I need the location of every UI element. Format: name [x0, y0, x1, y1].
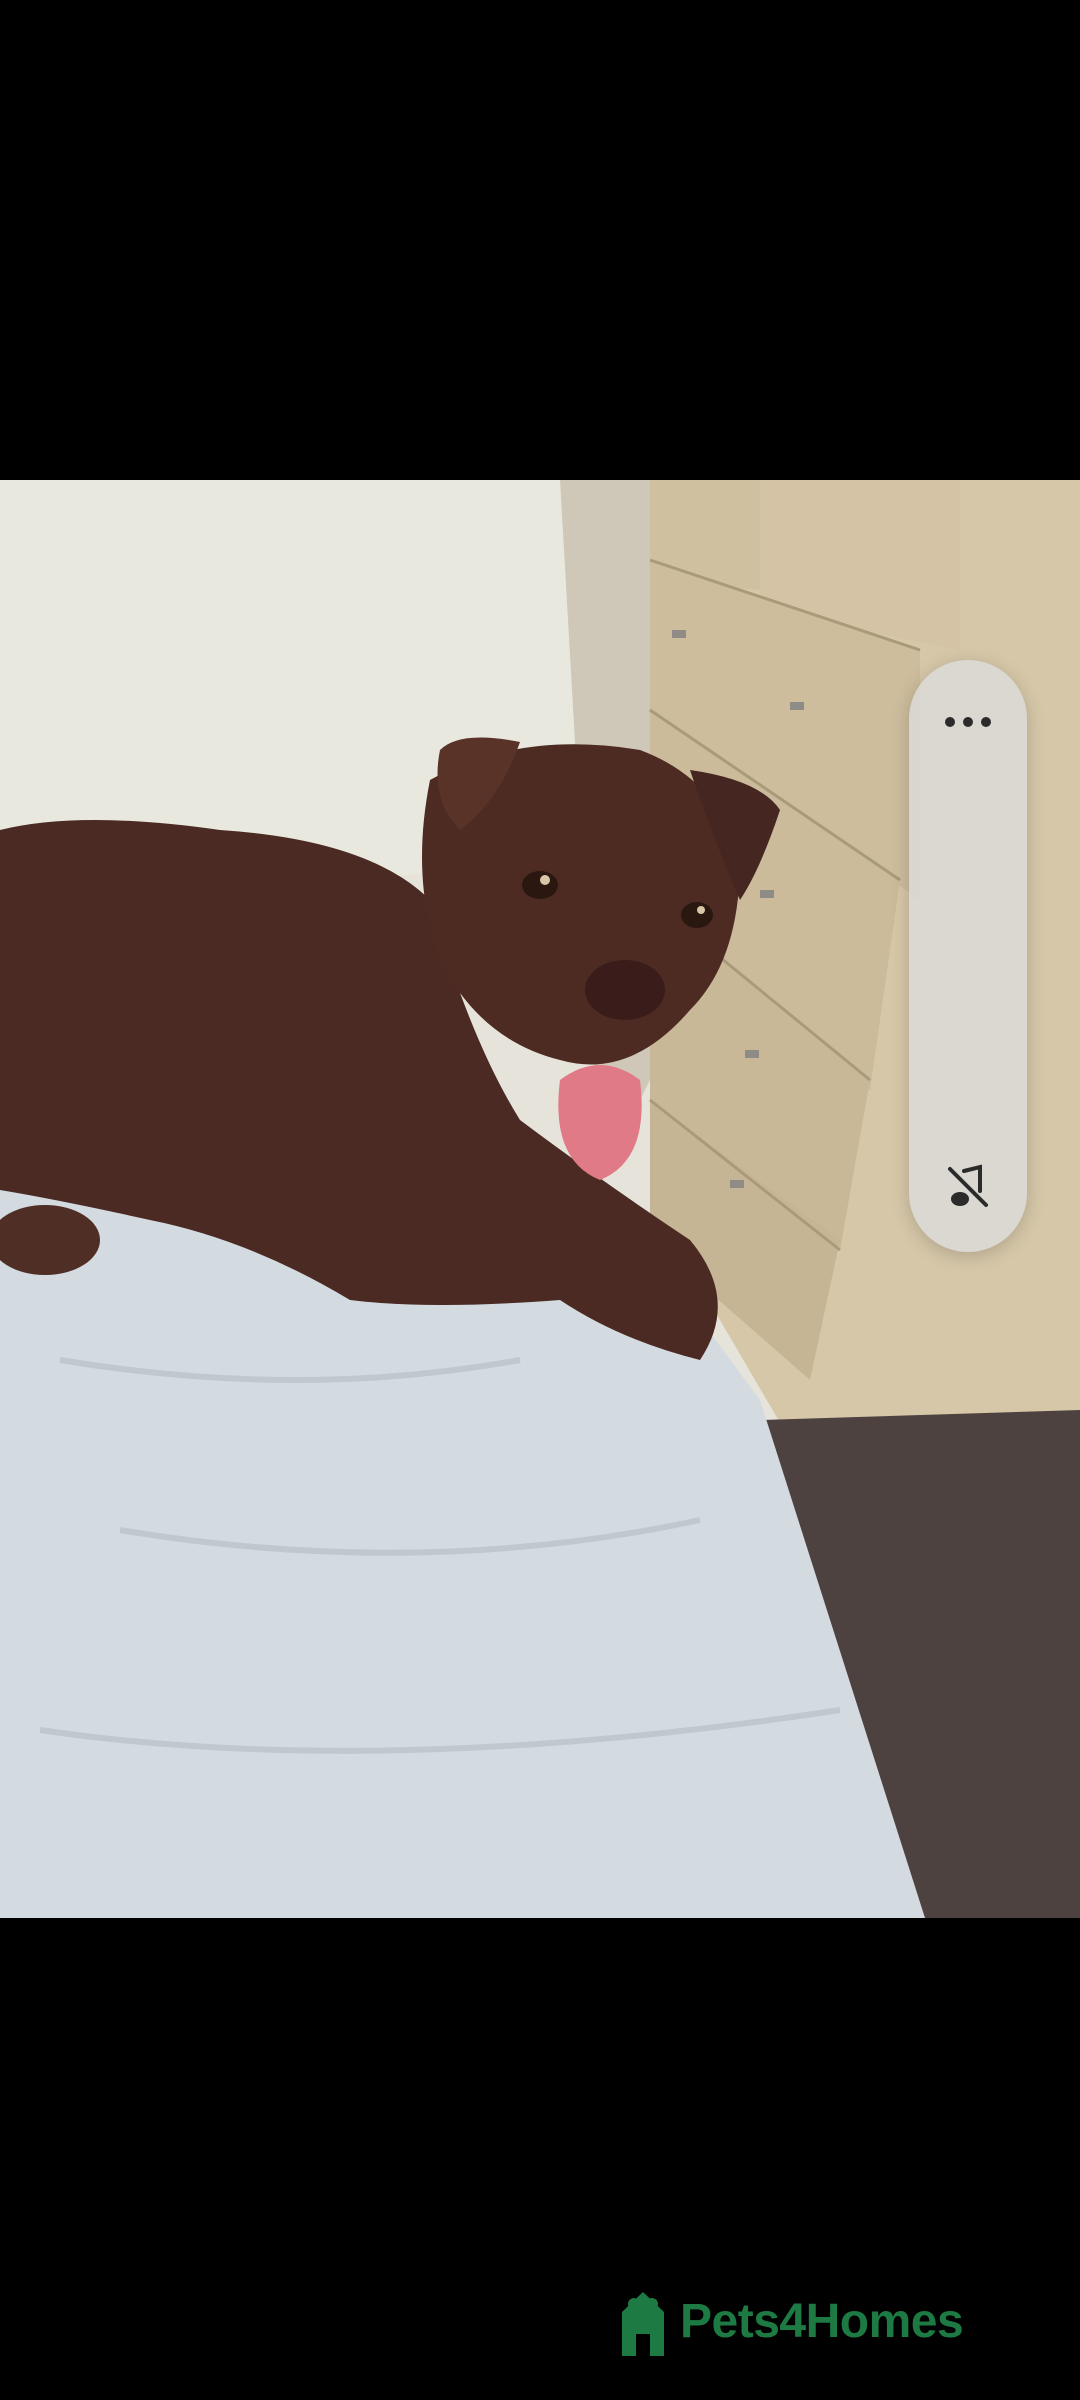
playback-controls-panel [909, 660, 1027, 1252]
watermark-text: Pets4Homes [680, 2295, 964, 2348]
media-viewer: Pets4Homes [0, 0, 1080, 2400]
more-options-button[interactable] [928, 694, 1008, 750]
pets4homes-watermark: Pets4Homes [612, 2284, 964, 2360]
volume-muted-icon [948, 1164, 988, 1207]
pets4homes-logo-icon [622, 2292, 664, 2356]
more-horizontal-icon [941, 717, 995, 727]
mute-toggle-button[interactable] [933, 1152, 1003, 1222]
